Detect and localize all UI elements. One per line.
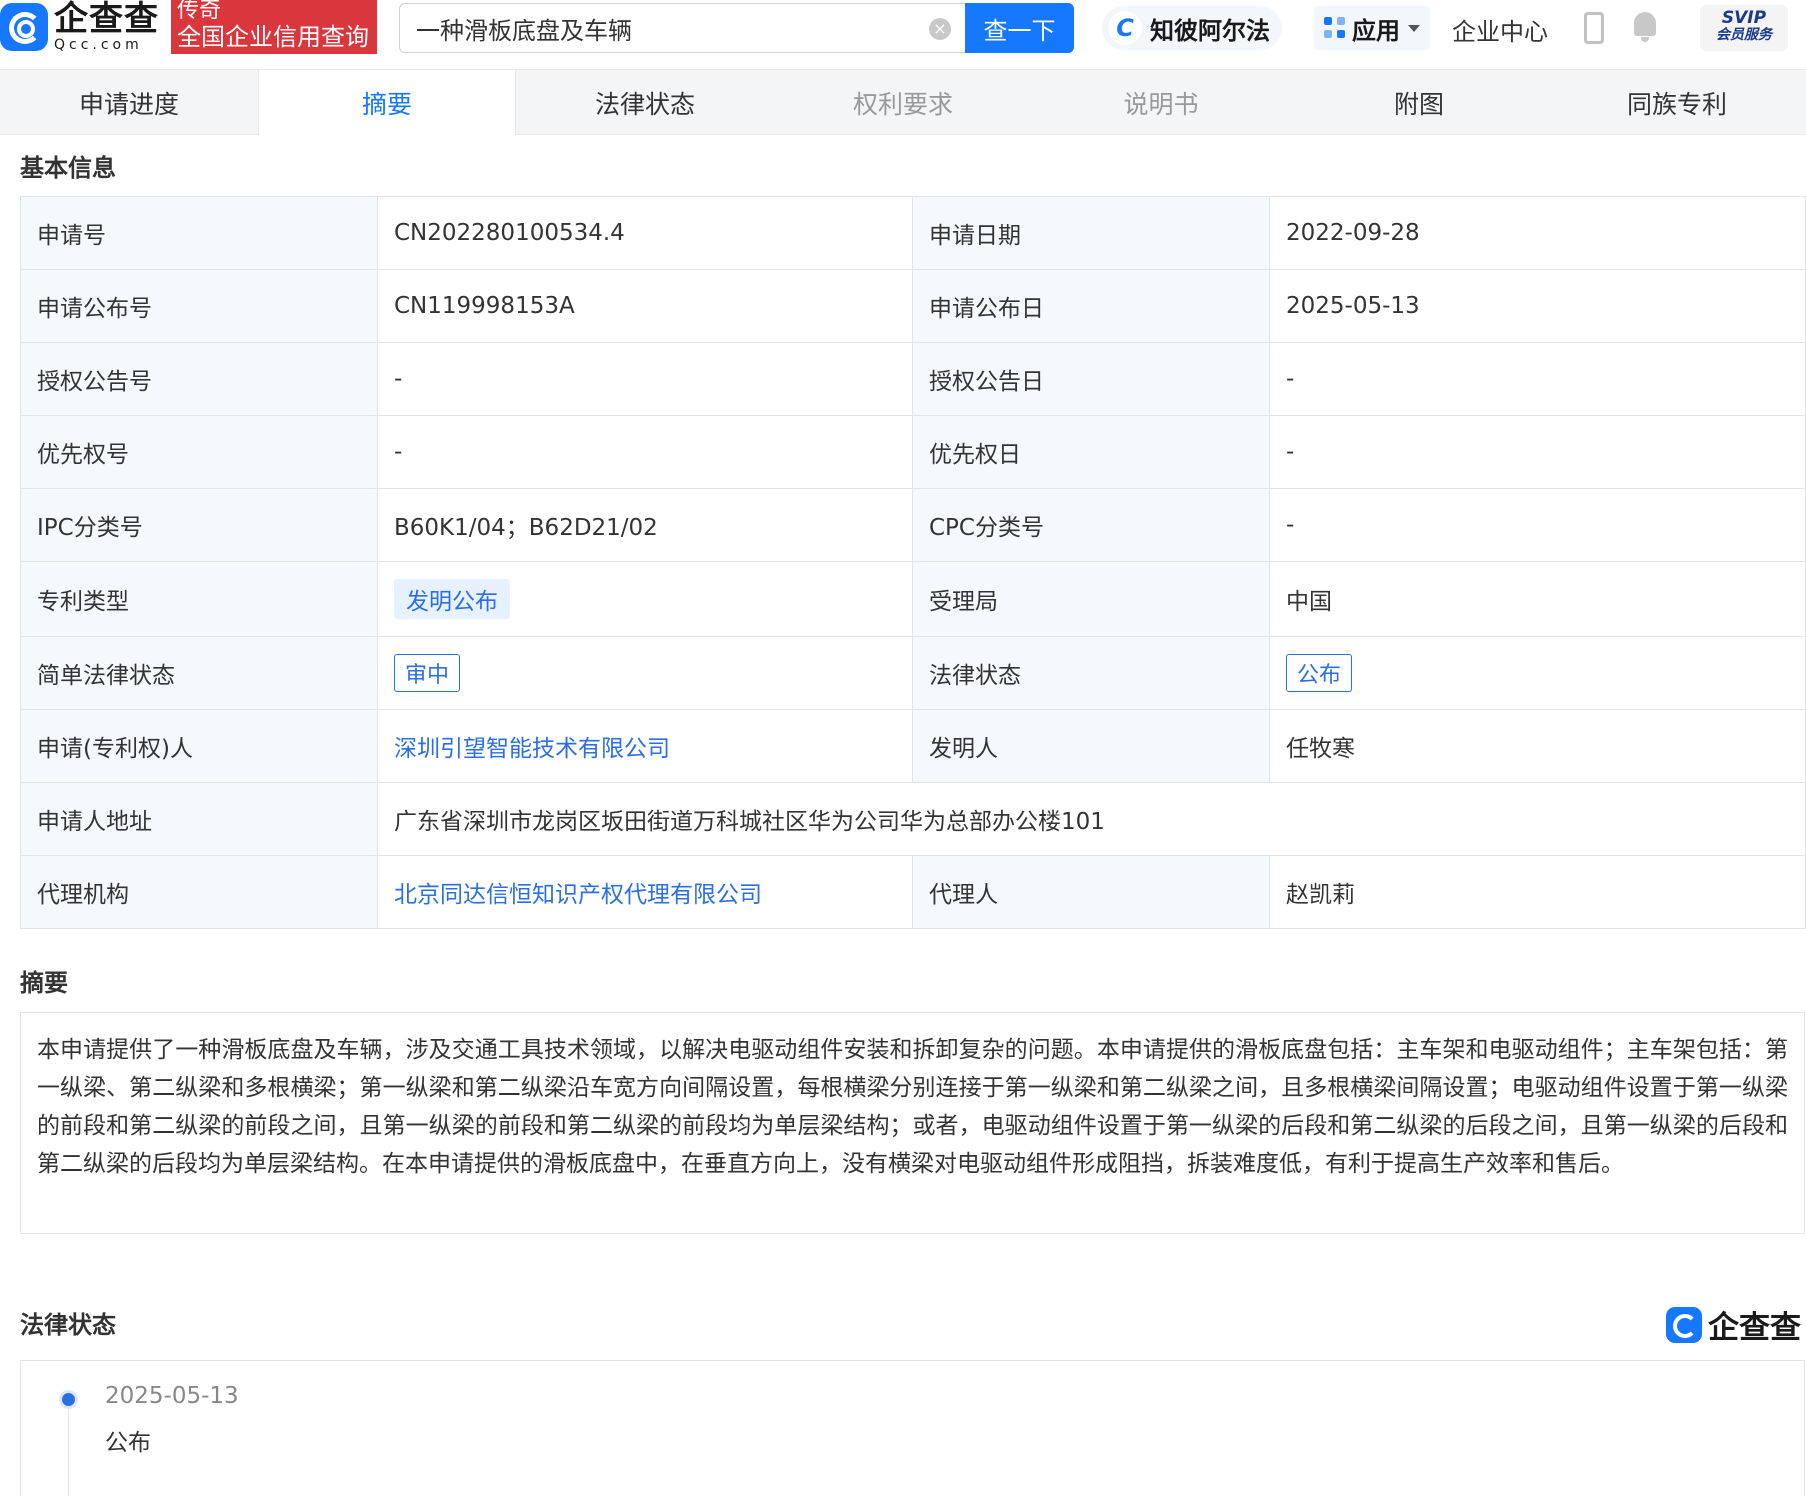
value-agent: 赵凯莉 [1269,855,1806,929]
search-box: × [399,3,965,53]
value-inventor: 任牧寒 [1269,709,1806,783]
patent-type-badge: 发明公布 [394,579,510,619]
label-inventor: 发明人 [912,709,1270,783]
value-cpc: - [1269,488,1806,562]
zbf-alpha-button[interactable]: C 知彼阿尔法 [1102,6,1282,50]
promo-tag[interactable]: 传奇 全国企业信用查询 [171,0,377,54]
label-ipc: IPC分类号 [20,488,378,562]
table-row: 申请(专利权)人 深圳引望智能技术有限公司 发明人 任牧寒 [20,709,1806,783]
qcc-watermark-text: 企查查 [1708,1310,1801,1346]
tab-abstract[interactable]: 摘要 [258,70,516,136]
value-grant-date: - [1269,342,1806,416]
qcc-logo-icon [0,3,48,51]
label-grant-date: 授权公告日 [912,342,1270,416]
value-application-number: CN202280100534.4 [377,196,913,270]
label-legal-status: 法律状态 [912,636,1270,710]
applicant-link[interactable]: 深圳引望智能技术有限公司 [394,736,670,762]
site-logo[interactable]: 企查查 Qcc.com [0,2,159,52]
table-row: 申请公布号 CN119998153A 申请公布日 2025-05-13 [20,269,1806,343]
table-row: 专利类型 发明公布 受理局 中国 [20,561,1806,637]
zbf-alpha-label: 知彼阿尔法 [1150,16,1270,45]
value-publication-number: CN119998153A [377,269,913,343]
value-publication-date: 2025-05-13 [1269,269,1806,343]
svip-label: SVIP [1721,8,1767,28]
qcc-watermark-logo: 企查查 [1666,1302,1801,1347]
search-button[interactable]: 查一下 [965,3,1074,53]
legal-status-title: 法律状态 [20,1311,116,1339]
mobile-phone-icon[interactable] [1584,12,1604,44]
value-receiving-office: 中国 [1269,561,1806,637]
timeline-line [68,1401,69,1496]
patent-tabs: 申请进度 摘要 法律状态 权利要求 说明书 附图 同族专利 [0,70,1806,136]
label-grant-number: 授权公告号 [20,342,378,416]
abstract-title: 摘要 [20,969,68,997]
basic-info-table: 申请号 CN202280100534.4 申请日期 2022-09-28 申请公… [20,196,1806,929]
value-ipc: B60K1/04；B62D21/02 [377,488,913,562]
enterprise-center-link[interactable]: 企业中心 [1452,12,1548,47]
agency-link[interactable]: 北京同达信恒知识产权代理有限公司 [394,882,762,908]
svip-member-button[interactable]: SVIP 会员服务 [1700,5,1788,51]
alpha-logo-icon: C [1108,11,1142,45]
timeline-event-status: 公布 [105,1430,151,1456]
tab-claims: 权利要求 [852,89,953,119]
apps-menu-button[interactable]: 应用 [1314,6,1430,50]
table-row: 代理机构 北京同达信恒知识产权代理有限公司 代理人 赵凯莉 [20,855,1806,929]
search-input[interactable] [416,14,916,42]
svip-sublabel: 会员服务 [1716,26,1772,43]
label-agency: 代理机构 [20,855,378,929]
value-applicant-address: 广东省深圳市龙岗区坂田街道万科城社区华为公司华为总部办公楼101 [377,782,1806,856]
promo-tag-line2: 全国企业信用查询 [177,23,369,51]
simple-legal-status-badge: 审中 [394,654,461,692]
label-applicant-address: 申请人地址 [20,782,378,856]
table-row: 简单法律状态 审中 法律状态 公布 [20,636,1806,710]
value-application-date: 2022-09-28 [1269,196,1806,270]
timeline-event-date: 2025-05-13 [105,1383,239,1409]
logo-text-cn: 企查查 [54,0,159,39]
basic-info-title: 基本信息 [20,154,116,182]
label-simple-legal-status: 简单法律状态 [20,636,378,710]
label-receiving-office: 受理局 [912,561,1270,637]
chevron-down-icon [1408,24,1420,32]
bell-icon[interactable] [1632,12,1658,42]
clear-icon[interactable]: × [929,18,951,40]
table-row: 授权公告号 - 授权公告日 - [20,342,1806,416]
promo-tag-line1: 传奇 [177,0,222,23]
value-priority-date: - [1269,415,1806,489]
tab-legal-status[interactable]: 法律状态 [516,70,774,135]
logo-text-en: Qcc.com [54,37,143,53]
value-priority-number: - [377,415,913,489]
table-row: 优先权号 - 优先权日 - [20,415,1806,489]
tab-family-patents[interactable]: 同族专利 [1548,70,1806,135]
label-priority-date: 优先权日 [912,415,1270,489]
grid-icon [1324,17,1346,39]
legal-status-timeline: 2025-05-13 公布 [20,1360,1805,1496]
top-header: 企查查 Qcc.com 传奇 全国企业信用查询 × 查一下 C 知彼阿尔法 应用… [0,0,1806,70]
label-application-date: 申请日期 [912,196,1270,270]
label-priority-number: 优先权号 [20,415,378,489]
table-row: IPC分类号 B60K1/04；B62D21/02 CPC分类号 - [20,488,1806,562]
abstract-text: 本申请提供了一种滑板底盘及车辆，涉及交通工具技术领域，以解决电驱动组件安装和拆卸… [20,1012,1805,1234]
label-agent: 代理人 [912,855,1270,929]
label-cpc: CPC分类号 [912,488,1270,562]
label-patent-type: 专利类型 [20,561,378,637]
legal-status-badge: 公布 [1286,654,1353,692]
qcc-logo-icon [1666,1306,1702,1343]
table-row: 申请人地址 广东省深圳市龙岗区坂田街道万科城社区华为公司华为总部办公楼101 [20,782,1806,856]
apps-label: 应用 [1352,16,1400,45]
tab-description: 说明书 [1123,89,1199,119]
label-application-number: 申请号 [20,196,378,270]
tab-drawings[interactable]: 附图 [1290,70,1548,135]
timeline-dot-icon [62,1393,75,1406]
label-applicant: 申请(专利权)人 [20,709,378,783]
label-publication-date: 申请公布日 [912,269,1270,343]
tab-application-progress[interactable]: 申请进度 [0,70,258,135]
value-grant-number: - [377,342,913,416]
table-row: 申请号 CN202280100534.4 申请日期 2022-09-28 [20,196,1806,270]
label-publication-number: 申请公布号 [20,269,378,343]
